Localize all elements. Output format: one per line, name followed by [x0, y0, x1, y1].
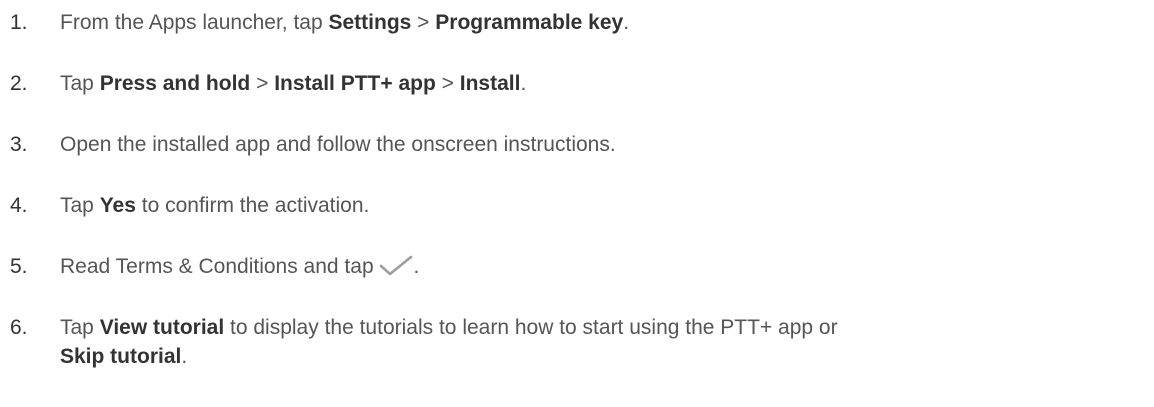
step-number: 2.: [10, 72, 28, 95]
step-text: Tap View tutorial to display the tutoria…: [60, 313, 1120, 371]
step-text-segment: Read Terms & Conditions and tap: [60, 255, 380, 278]
ui-term-programmable-key: Programmable key: [435, 11, 624, 34]
step-text-segment: Tap: [60, 316, 100, 339]
step-text-segment: .: [623, 11, 630, 34]
step-text: From the Apps launcher, tap Settings > P…: [60, 8, 1120, 37]
step-text-segment: Open the installed app and follow the on…: [60, 133, 616, 156]
checkmark-icon: [379, 255, 413, 277]
step-text-segment: .: [413, 255, 420, 278]
step-text-segment: Tap: [60, 72, 100, 95]
step-number: 5.: [10, 255, 28, 278]
step-text-segment: to display the tutorials to learn how to…: [224, 316, 838, 339]
step-text: Tap Press and hold > Install PTT+ app > …: [60, 69, 1120, 98]
step-text-segment: >: [250, 72, 275, 95]
step-number: 4.: [10, 194, 28, 217]
step-text-segment: From the Apps launcher, tap: [60, 11, 329, 34]
ui-term-yes: Yes: [99, 194, 136, 217]
step-number: 6.: [10, 316, 28, 339]
ui-term-install: Install: [459, 72, 521, 95]
ui-term-skip-tutorial: Skip tutorial: [60, 345, 182, 368]
ui-term-install-ptt-app: Install PTT+ app: [274, 72, 436, 95]
step-text: Open the installed app and follow the on…: [60, 130, 1120, 159]
ui-term-press-and-hold: Press and hold: [99, 72, 251, 95]
step-text: Tap Yes to confirm the activation.: [60, 191, 1120, 220]
step-number: 1.: [10, 11, 28, 34]
step-text-segment: to confirm the activation.: [135, 194, 370, 217]
step-text: Read Terms & Conditions and tap .: [60, 252, 1120, 281]
step-text-segment: >: [435, 72, 460, 95]
step-text-segment: .: [520, 72, 527, 95]
step-text-segment: .: [181, 345, 188, 368]
step-text-segment: >: [411, 11, 436, 34]
step-text-segment: Tap: [60, 194, 100, 217]
step-number: 3.: [10, 133, 28, 156]
ui-term-view-tutorial: View tutorial: [99, 316, 225, 339]
ui-term-settings: Settings: [328, 11, 412, 34]
